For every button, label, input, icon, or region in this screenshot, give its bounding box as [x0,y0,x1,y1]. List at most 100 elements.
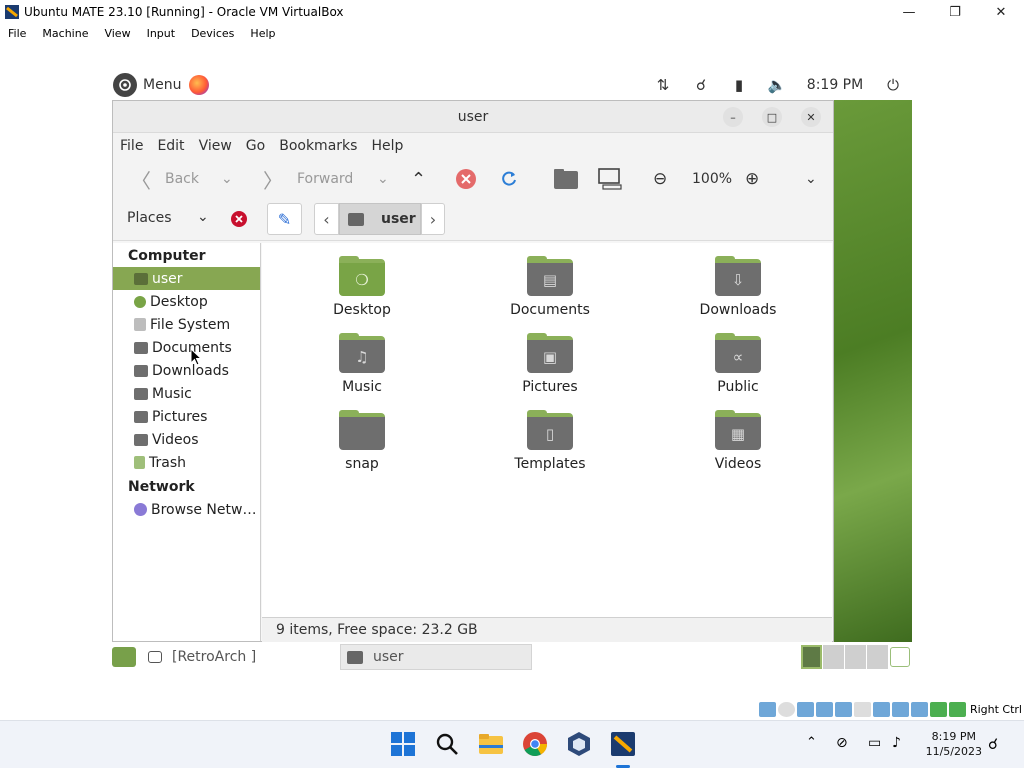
audio-icon[interactable] [796,701,814,717]
file-item-templates[interactable]: ▯ Templates [480,410,620,472]
workspace-4[interactable] [867,645,888,669]
workspace-2[interactable] [823,645,844,669]
speaker-muted-icon[interactable]: ♪ [892,735,901,751]
sidebar-item-pictures[interactable]: Pictures [113,405,260,428]
fm-menu-help[interactable]: Help [364,138,410,154]
sidebar-header-computer: Computer [128,248,206,264]
optical-drive-icon[interactable] [777,701,795,717]
places-selector[interactable]: Places [127,210,172,226]
more-options-chevron-icon[interactable]: ⌄ [805,159,817,199]
guest-additions-icon[interactable] [929,701,947,717]
search-icon[interactable] [434,731,460,757]
places-chevron-icon[interactable]: ⌄ [197,209,209,225]
display-icon[interactable] [872,701,890,717]
display-tray-icon[interactable]: ▭ [868,735,881,751]
zoom-in-icon[interactable]: ⊕ [745,159,759,199]
volume-icon[interactable]: 🔈 [758,76,796,94]
back-history-chevron-icon[interactable]: ⌄ [221,159,233,199]
file-item-downloads[interactable]: ⇩ Downloads [668,256,808,318]
fm-minimize-button[interactable]: – [723,107,743,127]
workspace-1[interactable] [801,645,822,669]
back-button[interactable]: 〈 Back [131,159,199,199]
fm-close-button[interactable]: ✕ [801,107,821,127]
fm-menu-bookmarks[interactable]: Bookmarks [272,138,364,154]
sidebar-item-downloads[interactable]: Downloads [113,359,260,382]
fm-titlebar[interactable]: user – □ ✕ [113,101,833,133]
sidebar-item-videos[interactable]: Videos [113,428,260,451]
notification-bell-icon[interactable]: ☌ [988,735,998,753]
file-view[interactable]: ❍ Desktop ▤ Documents ⇩ Downloads ♫ Musi… [262,243,832,617]
vbox-manager-icon[interactable] [566,731,592,757]
file-item-snap[interactable]: snap [292,410,432,472]
taskbar-item-user[interactable]: user [340,644,532,670]
minimize-button[interactable]: — [886,0,932,24]
recording-icon[interactable] [891,701,909,717]
edit-location-pencil-icon[interactable]: ✎ [267,203,302,235]
stop-icon[interactable] [455,159,477,199]
sidebar-item-music[interactable]: Music [113,382,260,405]
file-item-videos[interactable]: ▦ Videos [668,410,808,472]
sidebar-item-browse-network[interactable]: Browse Netw… [113,498,260,521]
forward-button[interactable]: 〉 Forward [263,159,353,199]
sidebar-item-trash[interactable]: Trash [113,451,260,474]
system-clock[interactable]: 8:19 PM 11/5/2023 [926,729,982,759]
file-item-desktop[interactable]: ❍ Desktop [292,256,432,318]
file-item-pictures[interactable]: ▣ Pictures [480,333,620,395]
show-desktop-icon[interactable] [112,647,136,667]
cpu-icon[interactable] [910,701,928,717]
sidebar-item-desktop[interactable]: Desktop [113,290,260,313]
battery-icon[interactable]: ▮ [720,76,758,94]
virtualbox-vm-icon[interactable] [610,731,636,757]
network-disconnected-icon[interactable]: ⊘ [836,735,848,751]
hard-disk-icon[interactable] [758,701,776,717]
show-hidden-icons-chevron-icon[interactable]: ⌃ [806,735,817,750]
host-menu-help[interactable]: Help [242,27,283,40]
taskbar-item-retroarch[interactable]: [RetroArch ] [148,647,256,667]
sidebar-item-documents[interactable]: Documents [113,336,260,359]
up-icon[interactable]: ⌃ [411,159,426,199]
guest-menu-button[interactable]: Menu [143,77,181,93]
fm-menu-file[interactable]: File [113,138,150,154]
network-icon[interactable]: ⇅ [644,76,682,94]
mouse-integration-icon[interactable] [948,701,966,717]
file-item-music[interactable]: ♫ Music [292,333,432,395]
usb-icon[interactable] [834,701,852,717]
sidebar-item-file-system[interactable]: File System [113,313,260,336]
host-menu-devices[interactable]: Devices [183,27,242,40]
sidebar-item-user[interactable]: user [113,267,260,290]
close-sidebar-icon[interactable] [231,211,247,231]
computer-icon[interactable] [597,159,623,199]
ubuntu-mate-logo-icon[interactable] [113,73,137,97]
windows-start-icon[interactable] [390,731,416,757]
host-menu-file[interactable]: File [0,27,34,40]
host-menu-view[interactable]: View [96,27,138,40]
host-menu-input[interactable]: Input [139,27,183,40]
path-left-chevron-icon[interactable]: ‹ [314,203,339,235]
fm-menu-go[interactable]: Go [239,138,272,154]
host-menu-machine[interactable]: Machine [34,27,96,40]
fm-menu-view[interactable]: View [192,138,239,154]
power-icon[interactable]: ⏻ [874,76,912,94]
fm-menu-edit[interactable]: Edit [150,138,191,154]
path-button-user[interactable]: user [339,203,421,235]
chrome-icon[interactable] [522,731,548,757]
zoom-level[interactable]: 100% [692,159,732,199]
file-item-documents[interactable]: ▤ Documents [480,256,620,318]
zoom-out-icon[interactable]: ⊖ [653,159,667,199]
firefox-icon[interactable] [189,75,210,95]
close-button[interactable]: ✕ [978,0,1024,24]
notification-bell-icon[interactable]: ☌ [682,76,720,94]
home-folder-icon[interactable] [553,159,579,199]
reload-icon[interactable] [499,159,519,199]
maximize-button[interactable]: ❐ [932,0,978,24]
path-right-chevron-icon[interactable]: › [421,203,445,235]
file-item-public[interactable]: ∝ Public [668,333,808,395]
file-explorer-icon[interactable] [478,731,504,757]
shared-folders-icon[interactable] [853,701,871,717]
guest-clock[interactable]: 8:19 PM [796,77,874,93]
fm-maximize-button[interactable]: □ [762,107,782,127]
workspace-3[interactable] [845,645,866,669]
forward-history-chevron-icon[interactable]: ⌄ [377,159,389,199]
trash-applet-icon[interactable] [890,647,910,667]
network-adapter-icon[interactable] [815,701,833,717]
